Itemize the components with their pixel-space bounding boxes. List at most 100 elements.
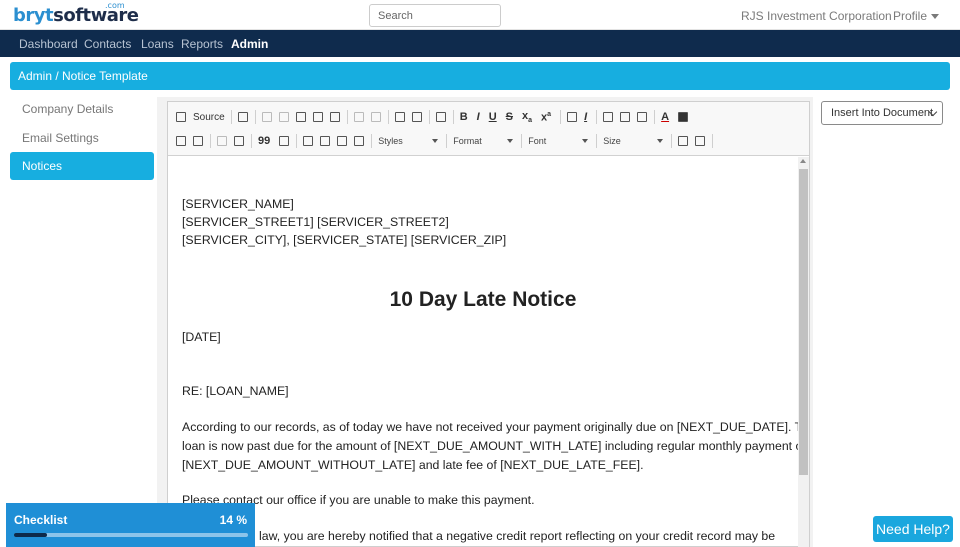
replace-icon[interactable] — [411, 112, 422, 122]
align-left-icon[interactable] — [303, 136, 314, 146]
align-right-icon[interactable] — [337, 136, 348, 146]
search-input[interactable] — [369, 4, 501, 27]
paragraph-1-line-2: loan is now past due for the amount of [… — [182, 439, 798, 453]
scrollbar-thumb[interactable] — [799, 169, 808, 475]
servicer-name-line: [SERVICER_NAME] — [182, 197, 294, 211]
checklist-widget[interactable]: Checklist 14 % — [6, 503, 255, 547]
servicer-street-line: [SERVICER_STREET1] [SERVICER_STREET2] — [182, 215, 449, 229]
toolbar-separator — [230, 110, 232, 124]
horizontal-line-icon[interactable] — [620, 112, 631, 122]
toolbar-separator — [428, 110, 430, 124]
bulleted-list-icon[interactable] — [193, 136, 203, 146]
preview-icon[interactable] — [237, 112, 248, 122]
format-label: Format — [453, 136, 482, 146]
toolbar-separator — [210, 134, 211, 148]
source-button[interactable]: Source — [176, 109, 225, 125]
bold-icon[interactable]: B — [460, 111, 468, 123]
toolbar-separator — [671, 134, 673, 148]
chevron-down-icon — [582, 139, 589, 143]
nav-dashboard[interactable]: Dashboard — [19, 37, 78, 51]
font-label: Font — [528, 136, 547, 146]
size-select[interactable]: Size — [603, 136, 664, 146]
date-line: [DATE] — [182, 330, 221, 344]
company-name[interactable]: RJS Investment Corporation — [741, 9, 892, 23]
paragraph-1-line-1: According to our records, as of today we… — [182, 420, 798, 434]
re-line: RE: [LOAN_NAME] — [182, 384, 289, 398]
sidebar-item-email-settings[interactable]: Email Settings — [10, 124, 154, 152]
sidebar-item-notices[interactable]: Notices — [10, 152, 154, 180]
checklist-progress-track — [14, 533, 248, 537]
caret-down-icon — [931, 14, 940, 20]
logo-suffix: .com — [105, 1, 125, 10]
blockquote-icon[interactable]: 99 — [258, 135, 270, 147]
outdent-icon[interactable] — [217, 136, 227, 146]
strikethrough-icon[interactable]: S — [506, 111, 513, 123]
servicer-city-line: [SERVICER_CITY], [SERVICER_STATE] [SERVI… — [182, 233, 507, 247]
copy-icon[interactable] — [278, 112, 289, 122]
nav-admin[interactable]: Admin — [231, 37, 268, 51]
brand-logo[interactable]: brytsoftware .com — [13, 1, 139, 26]
chevron-down-icon — [507, 139, 514, 143]
toolbar-separator — [446, 134, 448, 148]
nav-reports[interactable]: Reports — [181, 37, 223, 51]
copy-format-icon[interactable] — [567, 112, 578, 122]
editor-toolbar: Source B I U S xa xa I A 99 Styles Forma… — [168, 102, 809, 156]
need-help-button[interactable]: Need Help? — [873, 516, 953, 542]
logo-text-brand: software — [53, 5, 139, 26]
profile-menu[interactable]: Profile — [893, 9, 940, 23]
numbered-list-icon[interactable] — [176, 136, 186, 146]
div-container-icon[interactable] — [279, 136, 290, 146]
document-heading: 10 Day Late Notice — [389, 288, 577, 311]
paste-word-icon[interactable] — [329, 112, 340, 122]
maximize-icon[interactable] — [678, 136, 689, 146]
checklist-label: Checklist — [14, 513, 68, 527]
show-blocks-icon[interactable] — [695, 136, 706, 146]
toolbar-separator — [251, 134, 252, 148]
table-icon[interactable] — [603, 112, 614, 122]
toolbar-separator — [521, 134, 523, 148]
italic-icon[interactable]: I — [477, 111, 480, 123]
source-icon — [176, 112, 186, 122]
styles-select[interactable]: Styles — [378, 136, 439, 146]
page-title: Admin / Notice Template — [10, 62, 950, 90]
paragraph-3-partial: law, you are hereby notified that a nega… — [259, 529, 776, 543]
editor-scrollbar[interactable] — [798, 157, 809, 547]
font-select[interactable]: Font — [528, 136, 589, 146]
indent-icon[interactable] — [234, 136, 244, 146]
toolbar-separator — [452, 110, 454, 124]
insert-select-value: Insert Into Document — [831, 107, 934, 119]
toolbar-separator — [387, 110, 389, 124]
align-center-icon[interactable] — [320, 136, 331, 146]
insert-into-document-select[interactable]: Insert Into Document — [821, 101, 943, 125]
paste-icon[interactable] — [295, 112, 306, 122]
background-color-icon[interactable] — [678, 112, 689, 122]
paragraph-1-line-3: [NEXT_DUE_AMOUNT_WITHOUT_LATE] and late … — [182, 458, 644, 472]
underline-icon[interactable]: U — [489, 111, 497, 123]
nav-contacts[interactable]: Contacts — [84, 37, 131, 51]
toolbar-separator — [596, 110, 598, 124]
checklist-progress-fill — [14, 533, 47, 537]
select-all-icon[interactable] — [435, 112, 446, 122]
undo-icon[interactable] — [353, 112, 364, 122]
document-body[interactable]: [SERVICER_NAME] [SERVICER_STREET1] [SERV… — [168, 157, 798, 547]
styles-label: Styles — [378, 136, 403, 146]
rich-text-editor: Source B I U S xa xa I A 99 Styles Forma… — [167, 101, 810, 547]
toolbar-separator — [371, 134, 373, 148]
text-color-icon[interactable]: A — [661, 111, 669, 123]
cut-icon[interactable] — [261, 112, 272, 122]
scroll-up-arrow-icon[interactable] — [800, 159, 806, 163]
justify-icon[interactable] — [354, 136, 365, 146]
redo-icon[interactable] — [370, 112, 381, 122]
paste-text-icon[interactable] — [312, 112, 323, 122]
find-icon[interactable] — [394, 112, 405, 122]
profile-label: Profile — [893, 9, 928, 23]
chevron-down-icon — [657, 139, 664, 143]
page-break-icon[interactable] — [637, 112, 648, 122]
remove-format-icon[interactable]: I — [584, 111, 587, 123]
format-select[interactable]: Format — [453, 136, 514, 146]
nav-loans[interactable]: Loans — [141, 37, 174, 51]
sidebar-item-company-details[interactable]: Company Details — [10, 95, 154, 123]
source-label: Source — [193, 111, 225, 123]
superscript-icon[interactable]: xa — [541, 111, 551, 124]
subscript-icon[interactable]: xa — [522, 110, 532, 124]
